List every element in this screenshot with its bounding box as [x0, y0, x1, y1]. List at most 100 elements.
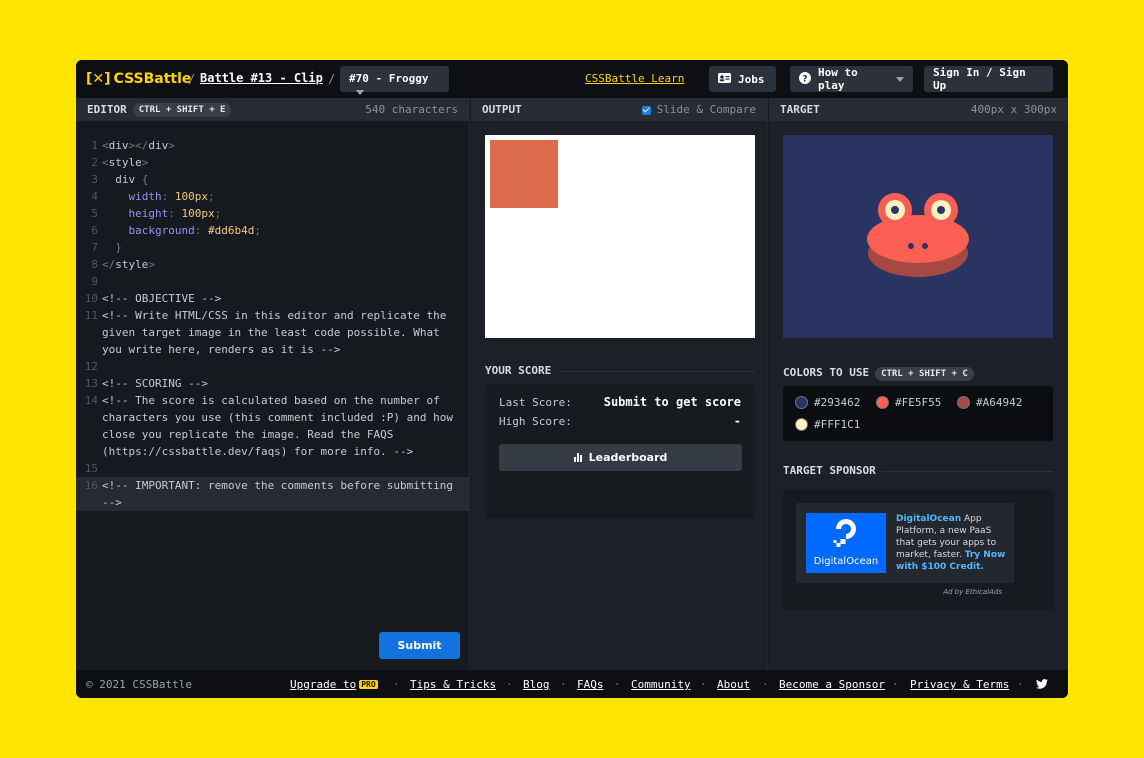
how-to-play-button[interactable]: ? How to play — [790, 66, 913, 92]
your-score-title: YOUR SCORE — [485, 364, 552, 377]
level-select-value: #70 - Froggy — [349, 72, 429, 85]
logo-text: CSSBattle — [113, 71, 192, 87]
score-box: Last Score: Submit to get score High Sco… — [485, 384, 755, 518]
code-line: 4 width: 100px; — [91, 190, 215, 203]
chevron-down-icon — [356, 89, 364, 95]
how-to-play-label: How to play — [818, 66, 858, 92]
copyright: © 2021 CSSBattle — [86, 678, 192, 691]
target-header: TARGET 400px x 300px — [769, 98, 1068, 121]
target-size: 400px x 300px — [970, 103, 1057, 116]
output-title: OUTPUT — [482, 103, 522, 116]
top-bar: [✕] CSSBattle / Battle #13 - Clip / #70 … — [76, 60, 1068, 98]
color-swatch[interactable]: #A64942 — [957, 396, 1022, 409]
code-line: 10 <!-- OBJECTIVE --> — [84, 292, 222, 305]
color-swatch[interactable]: #FFF1C1 — [795, 418, 860, 431]
editor-panel: EDITOR CTRL + SHIFT + E 540 characters 1… — [76, 98, 470, 670]
jobs-button[interactable]: Jobs — [709, 66, 776, 92]
ad-copy: DigitalOcean App Platform, a new PaaS th… — [896, 514, 1006, 572]
about-link[interactable]: About — [717, 678, 750, 691]
code-line-active: 16 <!-- IMPORTANT: remove the comments be… — [76, 477, 470, 511]
chevron-down-icon — [896, 76, 904, 82]
jobs-label: Jobs — [738, 72, 765, 86]
footer-separator: · — [506, 678, 513, 691]
upgrade-link[interactable]: Upgrade to PRO — [290, 678, 378, 691]
editor-shortcut: CTRL + SHIFT + E — [132, 102, 232, 117]
code-line: 14 <!-- The score is calculated based on … — [84, 394, 460, 458]
twitter-icon[interactable] — [1036, 679, 1048, 692]
code-editor[interactable]: 1 <div></div> 2 <style> 3 div { 4 width: 1… — [76, 137, 470, 511]
digitalocean-logo[interactable]: DigitalOcean — [806, 513, 886, 573]
code-line: 5 height: 100px; — [91, 207, 222, 220]
leaderboard-button[interactable]: Leaderboard — [499, 444, 742, 471]
target-title: TARGET — [780, 103, 820, 116]
logo[interactable]: [✕] CSSBattle — [86, 71, 191, 87]
svg-text:?: ? — [802, 74, 807, 84]
cssbattle-app: [✕] CSSBattle / Battle #13 - Clip / #70 … — [76, 60, 1068, 698]
editor-header: EDITOR CTRL + SHIFT + E 540 characters — [76, 98, 469, 121]
code-line: 9 — [91, 275, 98, 288]
faqs-link[interactable]: FAQs — [577, 678, 604, 691]
code-line: 1 <div></div> — [91, 139, 175, 152]
breadcrumb-separator: / — [328, 72, 336, 86]
battle-link[interactable]: Battle #13 - Clip — [200, 71, 323, 85]
slide-compare-label: Slide & Compare — [656, 103, 756, 116]
code-line: 2 <style> — [91, 156, 149, 169]
colors-palette: #293462 #FE5F55 #A64942 #FFF1C1 — [783, 386, 1053, 441]
code-line: 7 } — [91, 241, 122, 254]
code-line: 15 — [84, 462, 98, 475]
footer-separator: · — [393, 678, 400, 691]
logo-icon: [✕] — [86, 71, 111, 87]
id-card-icon — [718, 72, 731, 86]
ad-attribution[interactable]: Ad by EthicalAds — [943, 588, 1002, 596]
breadcrumb-separator: / — [188, 72, 196, 86]
digitalocean-wordmark: DigitalOcean — [813, 556, 879, 567]
digitalocean-icon — [833, 519, 856, 547]
community-link[interactable]: Community — [631, 678, 691, 691]
privacy-link[interactable]: Privacy & Terms — [910, 678, 1009, 691]
slide-compare-toggle[interactable]: Slide & Compare — [641, 103, 756, 116]
target-image[interactable] — [783, 135, 1053, 338]
footer-separator: · — [1017, 678, 1024, 691]
code-line: 6 background: #dd6b4d; — [91, 224, 261, 237]
output-panel: OUTPUT Slide & Compare YOUR SCORE Last S… — [471, 98, 768, 670]
target-panel: TARGET 400px x 300px COLORS TO USE CTRL +… — [769, 98, 1068, 670]
output-preview[interactable] — [485, 135, 755, 338]
footer-separator: · — [700, 678, 707, 691]
question-circle-icon: ? — [799, 71, 811, 87]
code-line: 8 </style> — [91, 258, 155, 271]
tips-link[interactable]: Tips & Tricks — [410, 678, 496, 691]
become-sponsor-link[interactable]: Become a Sponsor — [779, 678, 885, 691]
sign-in-button[interactable]: Sign In / Sign Up — [924, 66, 1053, 92]
footer-separator: · — [614, 678, 621, 691]
level-select[interactable]: #70 - Froggy — [340, 66, 449, 95]
output-header: OUTPUT Slide & Compare — [471, 98, 767, 121]
last-score-label: Last Score: — [499, 396, 572, 409]
learn-link[interactable]: CSSBattle Learn — [585, 72, 684, 85]
footer-separator: · — [560, 678, 567, 691]
sponsor-title: TARGET SPONSOR — [783, 464, 876, 477]
sign-in-label: Sign In / Sign Up — [933, 66, 1026, 92]
blog-link[interactable]: Blog — [523, 678, 550, 691]
code-line: 12 — [84, 360, 98, 373]
editor-title: EDITOR — [87, 103, 127, 116]
footer: © 2021 CSSBattle Upgrade to PRO · Tips & … — [76, 670, 1068, 698]
checkbox-icon[interactable] — [641, 105, 651, 115]
sponsor-box: DigitalOcean DigitalOcean App Platform, … — [783, 490, 1053, 610]
colors-title: COLORS TO USE CTRL + SHIFT + C — [783, 366, 974, 381]
code-line: 3 div { — [91, 173, 149, 186]
high-score-value: - — [733, 414, 741, 428]
bar-chart-icon — [573, 453, 583, 462]
divider — [881, 471, 1053, 472]
sponsor-ad[interactable]: DigitalOcean DigitalOcean App Platform, … — [796, 503, 1014, 583]
code-line: 13 <!-- SCORING --> — [84, 377, 208, 390]
submit-button[interactable]: Submit — [379, 632, 460, 659]
high-score-label: High Score: — [499, 415, 572, 428]
color-swatch[interactable]: #293462 — [795, 396, 860, 409]
last-score-value: Submit to get score — [603, 395, 741, 409]
colors-shortcut: CTRL + SHIFT + C — [875, 367, 974, 381]
output-div-box — [490, 140, 558, 208]
color-swatch[interactable]: #FE5F55 — [876, 396, 941, 409]
footer-separator: · — [762, 678, 769, 691]
character-count: 540 characters — [365, 103, 458, 116]
frog-illustration — [783, 135, 1053, 338]
